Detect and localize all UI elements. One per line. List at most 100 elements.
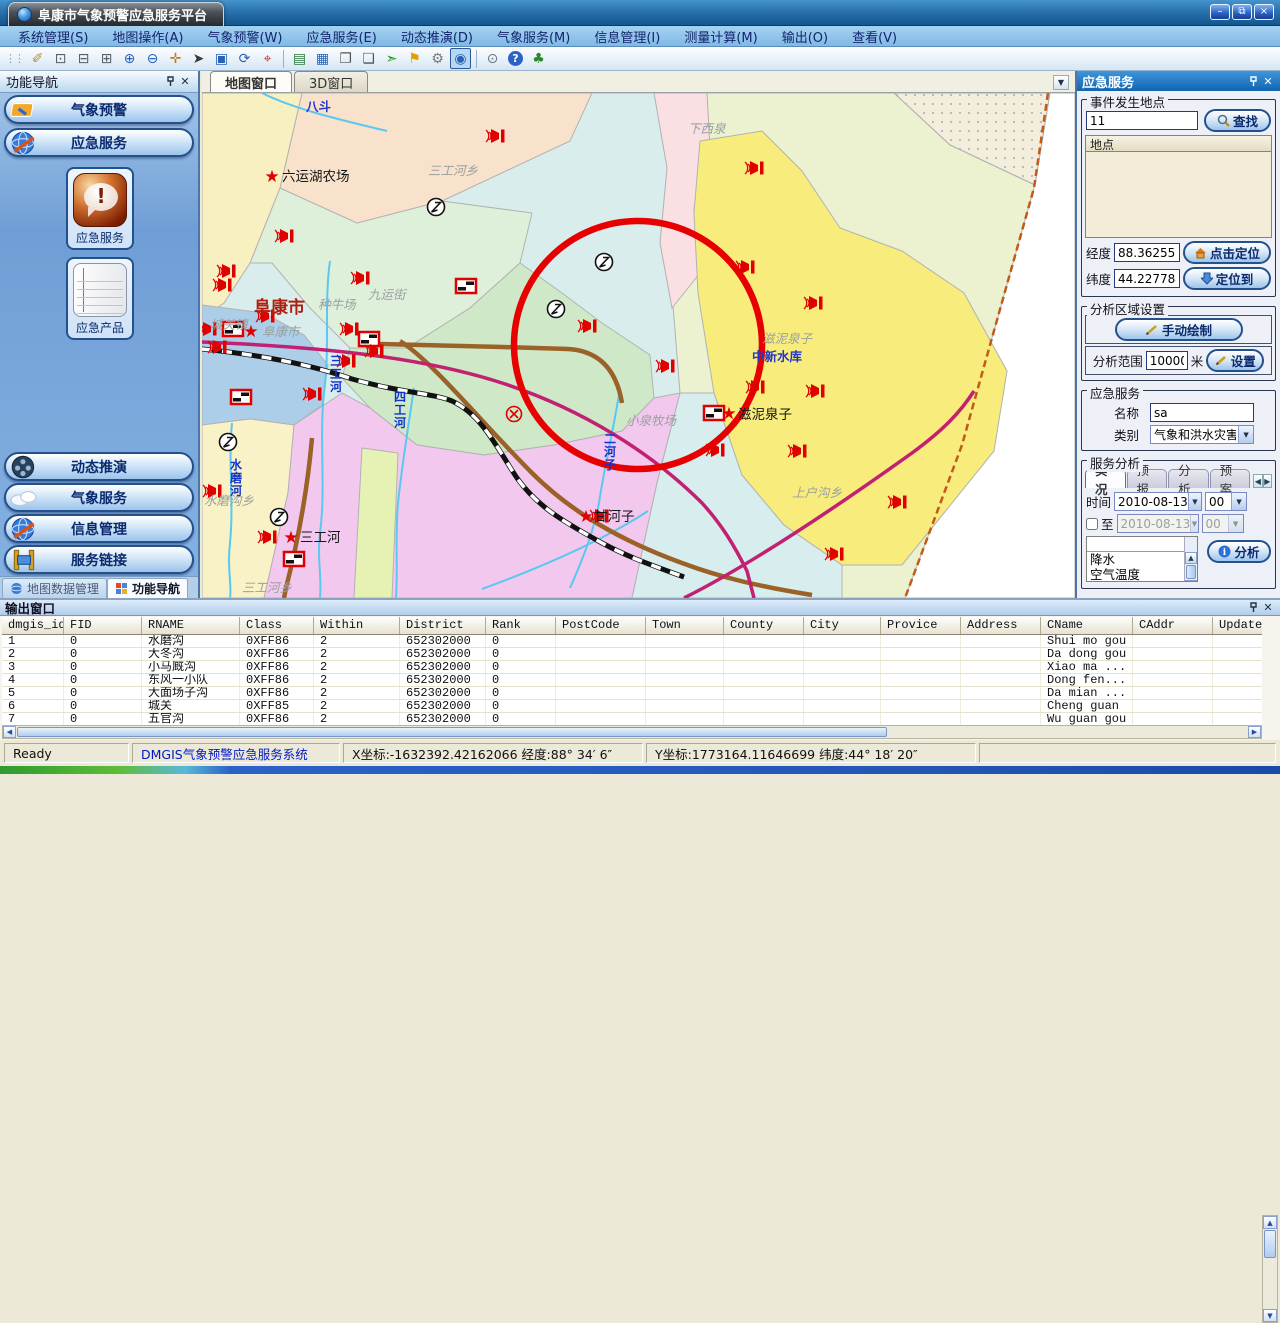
menu-item-8[interactable]: 输出(O) <box>770 25 840 48</box>
monitoring-station-icon[interactable] <box>596 254 613 271</box>
scroll-right-icon[interactable]: ▶ <box>1248 726 1261 738</box>
column-header-RNAME[interactable]: RNAME <box>142 617 240 634</box>
column-header-Town[interactable]: Town <box>646 617 724 634</box>
sidebar-group-动态推演[interactable]: 动态推演 <box>4 452 194 481</box>
tab-3d-window[interactable]: 3D窗口 <box>294 71 368 92</box>
locate-click-button[interactable]: 点击定位 <box>1183 241 1271 264</box>
column-header-Provice[interactable]: Provice <box>881 617 961 634</box>
monitoring-station-icon[interactable] <box>548 301 565 318</box>
table-horizontal-scrollbar[interactable]: ◀ ▶ <box>2 725 1262 739</box>
shortcut-应急服务[interactable]: !应急服务 <box>66 167 134 250</box>
menu-item-9[interactable]: 查看(V) <box>840 25 909 48</box>
hour-to-select[interactable]: 00▼ <box>1202 514 1244 533</box>
set-button[interactable]: 设置 <box>1206 349 1264 372</box>
shelter-flag-icon[interactable] <box>359 332 379 346</box>
menu-item-4[interactable]: 动态推演(D) <box>389 25 485 48</box>
monitoring-station-icon[interactable] <box>428 199 445 216</box>
column-header-Address[interactable]: Address <box>961 617 1041 634</box>
pin-icon[interactable] <box>164 75 178 89</box>
locate-to-button[interactable]: 定位到 <box>1183 267 1271 290</box>
select-rect-icon[interactable]: ⊡ <box>50 48 71 69</box>
element-option-降水[interactable]: 降水 <box>1087 552 1197 567</box>
monitoring-station-icon[interactable] <box>271 509 288 526</box>
menu-item-5[interactable]: 气象服务(M) <box>485 25 582 48</box>
eye-icon[interactable]: ⊙ <box>482 48 503 69</box>
restore-button[interactable]: ⧉ <box>1232 4 1252 20</box>
table-row[interactable]: 60城关0XFF8526523020000Cheng guan <box>2 700 1262 713</box>
sidebar-group-信息管理[interactable]: 信息管理 <box>4 514 194 543</box>
column-header-Update[interactable]: Update <box>1213 617 1262 634</box>
menu-item-1[interactable]: 地图操作(A) <box>100 25 195 48</box>
zoom-in-icon[interactable]: ⊕ <box>119 48 140 69</box>
menu-item-7[interactable]: 测量计算(M) <box>672 25 769 48</box>
shelter-flag-icon[interactable] <box>231 390 251 404</box>
scroll-left-icon[interactable]: ◀ <box>3 726 16 738</box>
shortcut-应急产品[interactable]: 应急产品 <box>66 257 134 340</box>
measure-icon[interactable]: ✐ <box>27 48 48 69</box>
select-circle-icon[interactable]: ⊟ <box>73 48 94 69</box>
column-header-City[interactable]: City <box>804 617 881 634</box>
service-type-select[interactable]: 气象和洪水灾害 ▼ <box>1150 425 1254 444</box>
element-listbox[interactable]: 降水空气温度 ▲▼ <box>1086 536 1198 582</box>
sidebar-group-气象预警[interactable]: 气象预警 <box>4 95 194 124</box>
map-tab-dropdown-icon[interactable]: ▼ <box>1053 75 1069 90</box>
scroll-up-icon[interactable]: ▲ <box>1263 1216 1277 1229</box>
latitude-input[interactable] <box>1114 269 1180 288</box>
column-header-District[interactable]: District <box>400 617 486 634</box>
location-list[interactable] <box>1085 152 1272 238</box>
pin-icon[interactable] <box>1247 601 1261 615</box>
column-header-Class[interactable]: Class <box>240 617 314 634</box>
analysis-tab-预案[interactable]: 预案 <box>1210 469 1251 488</box>
menu-item-6[interactable]: 信息管理(I) <box>582 25 672 48</box>
analyze-button[interactable]: i 分析 <box>1207 540 1271 563</box>
column-header-CAddr[interactable]: CAddr <box>1133 617 1213 634</box>
manual-draw-button[interactable]: 手动绘制 <box>1115 318 1243 341</box>
select-arrow-icon[interactable]: ➣ <box>381 48 402 69</box>
table-row[interactable]: 30小马厩沟0XFF8626523020000Xiao ma ... <box>2 661 1262 674</box>
column-header-FID[interactable]: FID <box>64 617 142 634</box>
analysis-tab-分析[interactable]: 分析 <box>1168 469 1209 488</box>
sidebar-group-气象服务[interactable]: 气象服务 <box>4 483 194 512</box>
table-row[interactable]: 40东风一小队0XFF8626523020000Dong fen... <box>2 674 1262 687</box>
placemark-icon[interactable]: ⚑ <box>404 48 425 69</box>
monitoring-station-icon[interactable] <box>220 434 237 451</box>
close-button[interactable]: × <box>1254 4 1274 20</box>
pointer-icon[interactable]: ➤ <box>188 48 209 69</box>
column-header-Within[interactable]: Within <box>314 617 400 634</box>
date-to-select[interactable]: 2010-08-13▼ <box>1117 514 1199 533</box>
sidebar-tab-地图数据管理[interactable]: 地图数据管理 <box>2 578 107 598</box>
shelter-flag-icon[interactable] <box>284 552 304 566</box>
location-search-input[interactable] <box>1086 111 1198 130</box>
map-canvas[interactable]: ★★★★★八斗六运湖农场三工河乡下西泉九运街阜康市种牛场城关镇阜康市小泉牧场滋泥… <box>202 93 1075 598</box>
globe-tool-icon[interactable]: ◉ <box>450 48 471 69</box>
column-header-County[interactable]: County <box>724 617 804 634</box>
toolbar-grip[interactable]: ⋮⋮ <box>5 52 23 65</box>
sidebar-group-应急服务[interactable]: 应急服务 <box>4 128 194 157</box>
table-row[interactable]: 10水磨沟0XFF8626523020000Shui mo gou <box>2 635 1262 648</box>
refresh-icon[interactable]: ⟳ <box>234 48 255 69</box>
tab-map-window[interactable]: 地图窗口 <box>210 71 292 92</box>
menu-item-2[interactable]: 气象预警(W) <box>195 25 294 48</box>
close-icon[interactable]: ✕ <box>1261 74 1275 88</box>
tab-scroll-left-icon[interactable]: ◀ <box>1253 474 1262 488</box>
select-polygon-icon[interactable]: ⊞ <box>96 48 117 69</box>
column-header-dmgis_id[interactable]: dmgis_id <box>2 617 64 634</box>
column-header-Rank[interactable]: Rank <box>486 617 556 634</box>
tab-scroll-right-icon[interactable]: ▶ <box>1263 474 1272 488</box>
scroll-down-icon[interactable]: ▼ <box>1263 1309 1277 1322</box>
table-vertical-scrollbar[interactable]: ▲ ▼ <box>1262 1215 1278 1323</box>
longitude-input[interactable] <box>1114 243 1180 262</box>
identify-icon[interactable]: ⌖ <box>257 48 278 69</box>
column-header-PostCode[interactable]: PostCode <box>556 617 646 634</box>
element-option-空气温度[interactable]: 空气温度 <box>1087 567 1197 582</box>
menu-item-0[interactable]: 系统管理(S) <box>6 25 100 48</box>
close-icon[interactable]: ✕ <box>178 75 192 89</box>
full-extent-icon[interactable]: ▣ <box>211 48 232 69</box>
export-map-icon[interactable]: ▦ <box>312 48 333 69</box>
help-icon[interactable]: ? <box>505 48 526 69</box>
find-button[interactable]: 查找 <box>1204 109 1271 132</box>
column-header-CName[interactable]: CName <box>1041 617 1133 634</box>
settings-gear-icon[interactable]: ⚙ <box>427 48 448 69</box>
print-preview-icon[interactable]: ❏ <box>358 48 379 69</box>
range-input[interactable] <box>1146 351 1188 370</box>
